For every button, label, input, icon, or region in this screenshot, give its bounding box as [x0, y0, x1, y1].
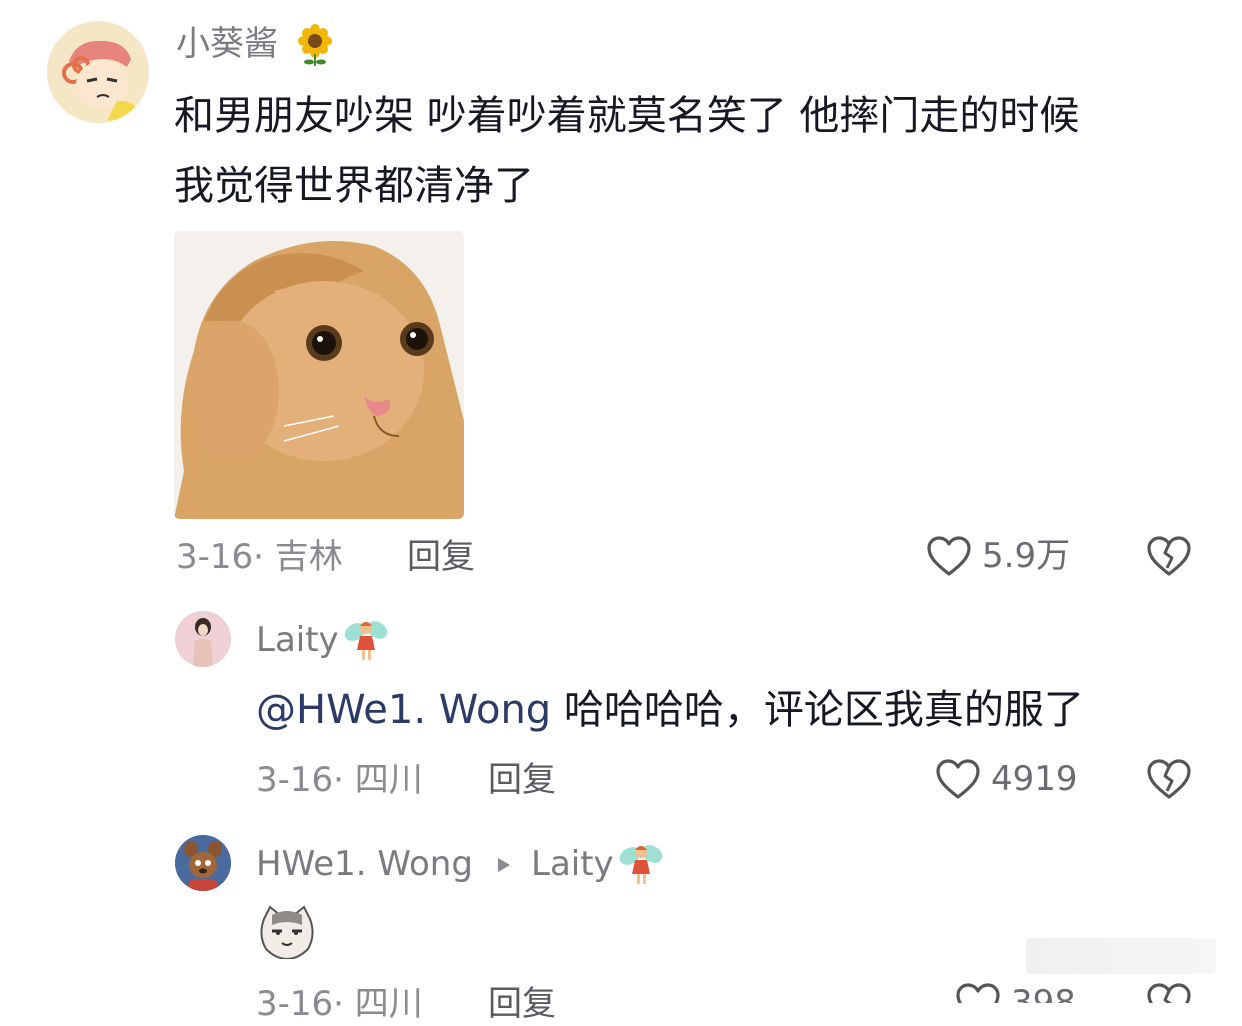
reply-to-username[interactable]: Laity	[531, 842, 614, 886]
comment-location: 吉林	[274, 537, 343, 577]
reply-text: 哈哈哈哈，评论区我真的服了	[551, 687, 1084, 733]
comment-text: @HWe1. Wong 哈哈哈哈，评论区我真的服了	[256, 682, 1084, 738]
meta-separator: ·	[253, 537, 264, 577]
heart-icon	[936, 759, 980, 799]
meta-separator: ·	[333, 984, 344, 1024]
comment-meta: 3-16· 吉林	[176, 535, 343, 579]
mention-link[interactable]: @HWe1. Wong	[256, 687, 551, 733]
like-button[interactable]: 4919	[935, 756, 1095, 802]
fairy-icon	[618, 840, 664, 888]
like-count: 398	[1011, 983, 1076, 1003]
avatar[interactable]	[175, 611, 231, 667]
avatar[interactable]	[175, 835, 231, 891]
comment-username[interactable]: Laity	[256, 618, 339, 662]
avatar[interactable]	[47, 21, 149, 123]
meta-separator: ·	[333, 760, 344, 800]
dislike-icon[interactable]	[1146, 982, 1192, 1003]
heart-icon	[956, 983, 1000, 1003]
comment-username[interactable]: HWe1. Wong	[256, 842, 473, 886]
dislike-icon[interactable]	[1146, 535, 1192, 577]
fairy-icon	[343, 616, 389, 664]
reply-button[interactable]: 回复	[488, 758, 556, 802]
comment-meta: 3-16· 四川	[256, 758, 423, 802]
like-button[interactable]: 398	[955, 980, 1095, 1003]
reply-button[interactable]: 回复	[488, 982, 556, 1026]
comment-date: 3-16	[176, 537, 254, 577]
comment-location: 四川	[354, 984, 423, 1024]
comment-text: 和男朋友吵架 吵着吵着就莫名笑了 他摔门走的时候	[174, 93, 1080, 139]
play-arrow-icon	[496, 856, 512, 874]
comment-username[interactable]: 小葵酱	[176, 22, 278, 66]
comment-date: 3-16	[256, 760, 334, 800]
reply-button[interactable]: 回复	[407, 535, 475, 579]
heart-icon	[927, 536, 971, 576]
like-button[interactable]: 5.9万	[926, 533, 1086, 579]
cat-face-sticker[interactable]	[258, 905, 316, 959]
like-count: 4919	[991, 759, 1078, 799]
sunflower-icon	[295, 24, 335, 68]
dislike-icon[interactable]	[1146, 758, 1192, 800]
comment-text: 我觉得世界都清净了	[174, 163, 534, 209]
like-count: 5.9万	[982, 536, 1071, 576]
comment-meta: 3-16· 四川	[256, 982, 423, 1026]
comment-date: 3-16	[256, 984, 334, 1024]
comment-image[interactable]	[174, 231, 464, 519]
comment-location: 四川	[354, 760, 423, 800]
watermark	[1026, 938, 1216, 974]
